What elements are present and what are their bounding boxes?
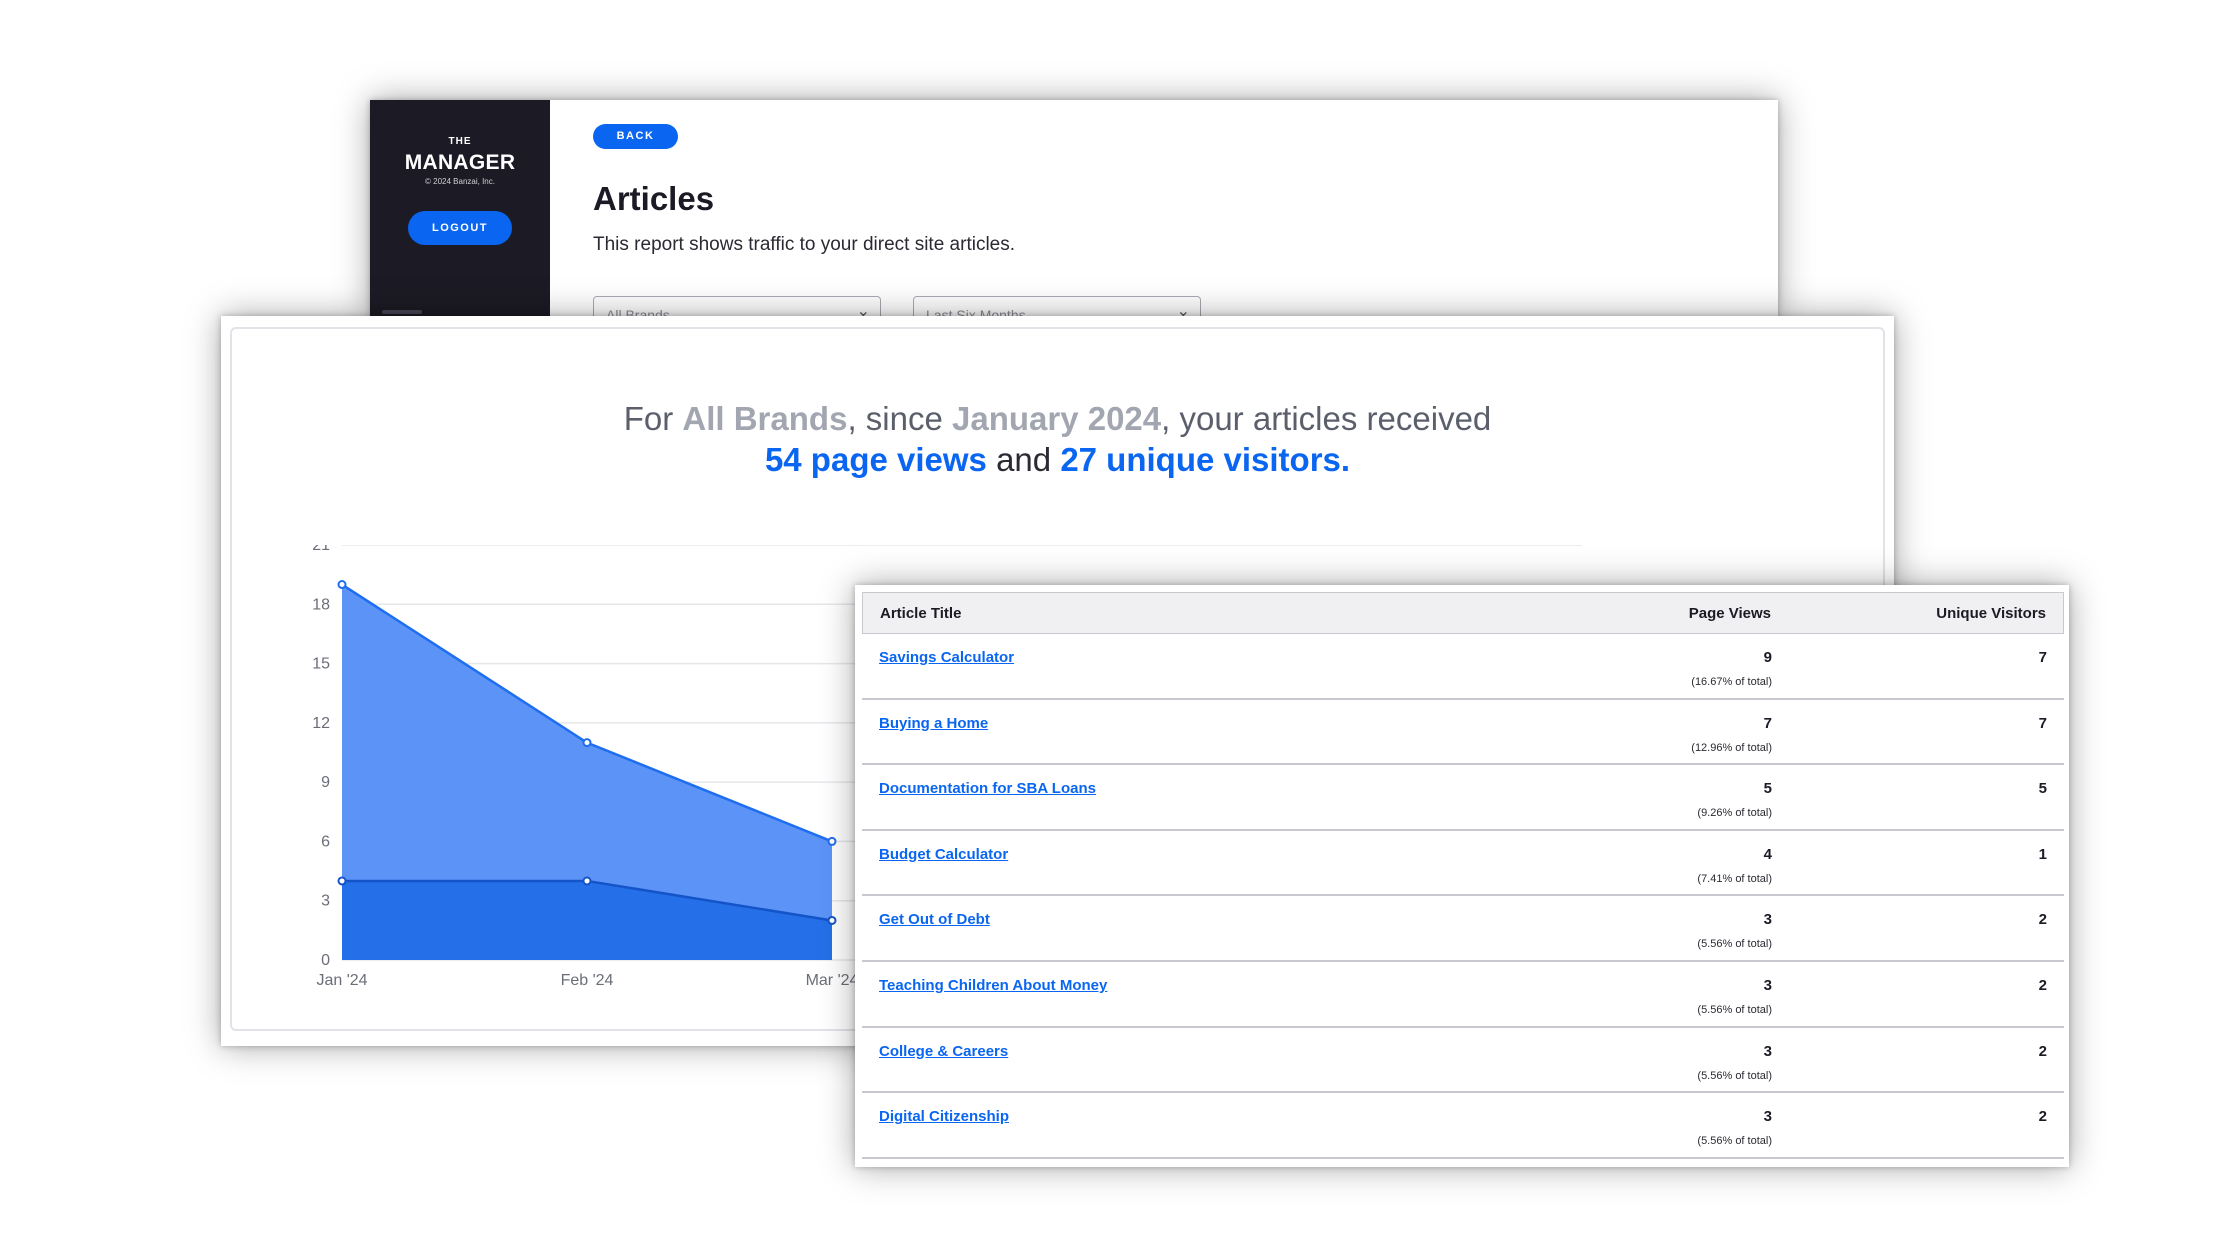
page-views-value: 3: [1763, 1108, 1772, 1126]
header-page-views[interactable]: Page Views: [1689, 605, 1771, 622]
page-views-percent: (5.56% of total): [1697, 938, 1772, 951]
unique-visitors-value: 2: [2038, 1042, 2047, 1060]
x-tick-label: Jan '24: [316, 972, 367, 989]
brand-logo: MANAGER: [404, 151, 516, 174]
page-views-value: 9: [1763, 649, 1772, 666]
brand-prefix: THE: [448, 136, 472, 147]
table-row: Teaching Children About Money 3 (5.56% o…: [862, 962, 2064, 1028]
page-views-percent: (16.67% of total): [1691, 676, 1772, 688]
article-link[interactable]: Teaching Children About Money: [879, 977, 1107, 994]
article-link[interactable]: Savings Calculator: [879, 649, 1014, 666]
page-views-percent: (12.96% of total): [1691, 741, 1772, 754]
y-tick-label: 21: [312, 545, 330, 554]
page-views-percent: (5.56% of total): [1697, 1069, 1772, 1082]
data-point: [827, 836, 837, 846]
article-link[interactable]: College & Careers: [879, 1043, 1008, 1060]
article-link[interactable]: Budget Calculator: [879, 846, 1008, 863]
data-point: [582, 738, 592, 748]
y-tick-label: 15: [312, 656, 330, 673]
articles-table: Article Title Page Views Unique Visitors…: [862, 592, 2064, 1159]
sidebar-nav-item[interactable]: [382, 310, 422, 314]
data-point: [582, 876, 592, 886]
y-tick-label: 9: [321, 774, 330, 791]
summary-and: and: [996, 441, 1052, 478]
y-tick-label: 12: [312, 715, 330, 732]
page-title: Articles: [593, 180, 715, 217]
table-row: Buying a Home 7 (12.96% of total) 7: [862, 700, 2064, 766]
table-row: Digital Citizenship 3 (5.56% of total) 2: [862, 1093, 2064, 1159]
table-row: College & Careers 3 (5.56% of total) 2: [862, 1028, 2064, 1094]
table-row: Budget Calculator 4 (7.41% of total) 1: [862, 831, 2064, 897]
page-views-percent: (5.56% of total): [1697, 1135, 1772, 1148]
summary-mid: , since: [847, 400, 952, 437]
page-views-percent: (5.56% of total): [1697, 1003, 1772, 1016]
summary-since: January 2024: [951, 400, 1162, 437]
page-views-value: 4: [1763, 845, 1772, 863]
summary-suffix: , your articles received: [1161, 400, 1492, 437]
article-link[interactable]: Buying a Home: [879, 715, 988, 732]
summary-brand: All Brands: [682, 400, 848, 437]
page-views-value: 5: [1763, 780, 1772, 798]
x-tick-label: Mar '24: [806, 972, 859, 989]
article-link[interactable]: Digital Citizenship: [879, 1108, 1009, 1125]
header-unique-visitors[interactable]: Unique Visitors: [1936, 605, 2046, 622]
page-views-value: 3: [1763, 1042, 1772, 1060]
copyright-text: © 2024 Banzai, Inc.: [425, 177, 495, 186]
page-views-value: 7: [1763, 714, 1772, 732]
articles-table-window: Article Title Page Views Unique Visitors…: [855, 585, 2069, 1167]
unique-visitors-value: 7: [2038, 714, 2047, 732]
back-button[interactable]: BACK: [593, 124, 678, 149]
unique-visitors-value: 1: [2038, 845, 2047, 863]
page-views-percent: (9.26% of total): [1697, 807, 1772, 820]
unique-visitors-value: 7: [2038, 649, 2047, 666]
page-views-percent: (7.41% of total): [1697, 872, 1772, 885]
table-row: Savings Calculator 9 (16.67% of total) 7: [862, 634, 2064, 700]
article-link[interactable]: Get Out of Debt: [879, 911, 990, 928]
total-unique-visitors: 27 unique visitors.: [1060, 441, 1351, 478]
table-row: Documentation for SBA Loans 5 (9.26% of …: [862, 765, 2064, 831]
logout-button[interactable]: LOGOUT: [408, 211, 512, 245]
header-article-title[interactable]: Article Title: [880, 605, 961, 622]
x-tick-label: Feb '24: [561, 972, 614, 989]
table-header: Article Title Page Views Unique Visitors: [862, 592, 2064, 634]
unique-visitors-value: 2: [2038, 976, 2047, 994]
summary-prefix: For: [623, 400, 683, 437]
y-tick-label: 3: [321, 893, 330, 910]
y-tick-label: 6: [321, 833, 330, 850]
data-point: [827, 915, 837, 925]
summary-line: For All Brands, since January 2024, your…: [232, 400, 1883, 438]
page-views-value: 3: [1763, 911, 1772, 929]
summary-totals: 54 page views and 27 unique visitors.: [232, 441, 1883, 479]
table-row: Get Out of Debt 3 (5.56% of total) 2: [862, 896, 2064, 962]
article-link[interactable]: Documentation for SBA Loans: [879, 780, 1096, 797]
y-tick-label: 0: [321, 952, 330, 969]
sidebar: THE MANAGER © 2024 Banzai, Inc. LOGOUT: [370, 100, 550, 320]
unique-visitors-value: 2: [2038, 1108, 2047, 1126]
data-point: [337, 876, 347, 886]
page-views-value: 3: [1763, 976, 1772, 994]
articles-page-window: THE MANAGER © 2024 Banzai, Inc. LOGOUT B…: [370, 100, 1778, 320]
unique-visitors-value: 2: [2038, 911, 2047, 929]
unique-visitors-value: 5: [2038, 780, 2047, 798]
data-point: [337, 580, 347, 590]
total-page-views: 54 page views: [764, 441, 987, 478]
y-tick-label: 18: [312, 596, 330, 613]
page-description: This report shows traffic to your direct…: [593, 234, 1016, 255]
